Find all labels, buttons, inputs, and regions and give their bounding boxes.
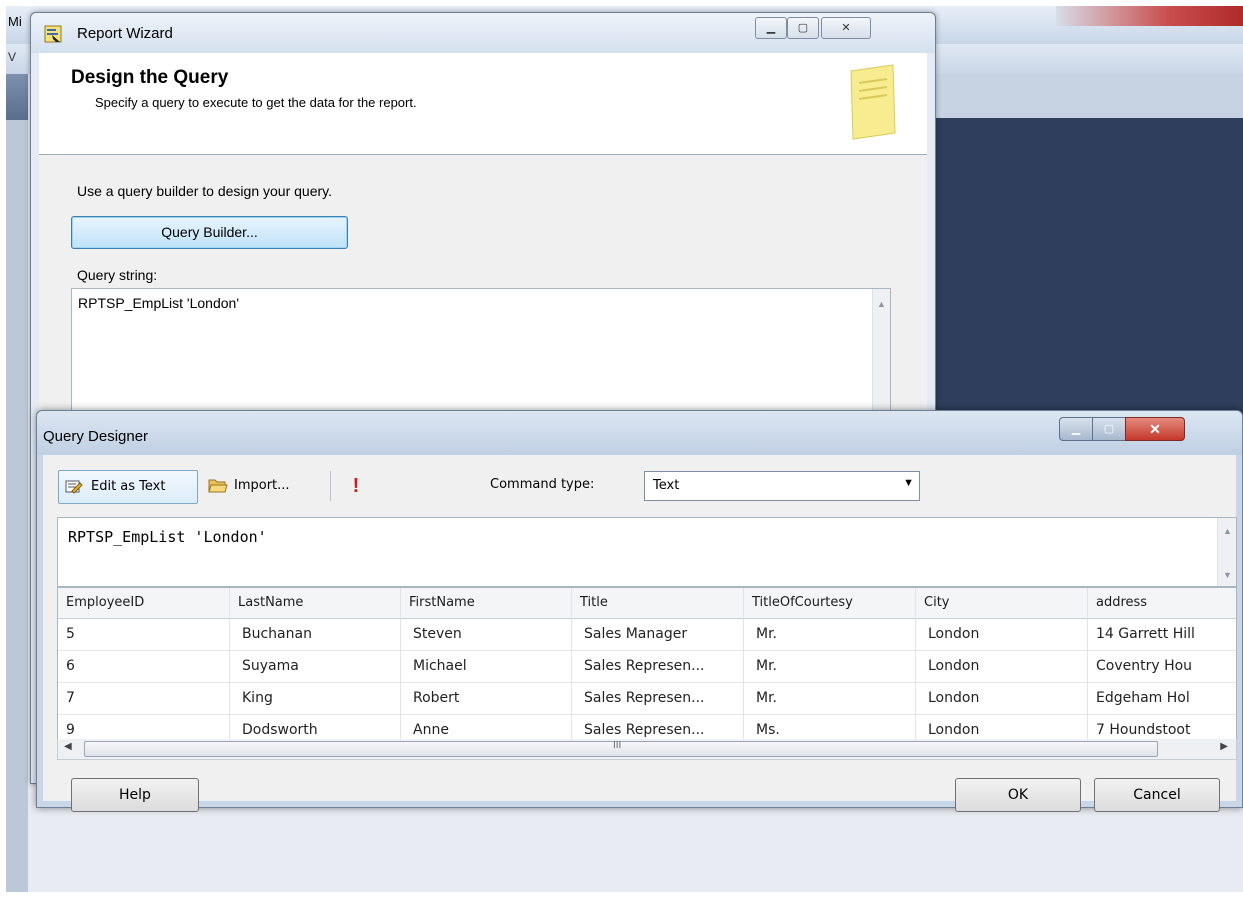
edit-as-text-label: Edit as Text bbox=[91, 479, 166, 494]
table-row[interactable]: 6 Suyama Michael Sales Represen... Mr. L… bbox=[58, 650, 1236, 683]
table-cell: Coventry Hou bbox=[1096, 658, 1193, 674]
grid-header-row: EmployeeID LastName FirstName Title Titl… bbox=[58, 588, 1236, 619]
table-cell: Sales Represen... bbox=[572, 650, 744, 682]
query-designer-toolbar: Edit as Text Import... ! Command type: T… bbox=[43, 455, 1236, 517]
query-builder-button[interactable]: Query Builder... bbox=[71, 216, 348, 249]
table-cell: Mr. bbox=[744, 682, 916, 714]
background-close-area bbox=[1056, 6, 1243, 26]
table-cell: 9 bbox=[58, 714, 230, 740]
column-header[interactable]: TitleOfCourtesy bbox=[744, 588, 916, 618]
table-cell: Suyama bbox=[230, 650, 401, 682]
table-cell: 7 Houndstoot bbox=[1096, 722, 1191, 738]
background-left-panel bbox=[6, 74, 28, 892]
edit-text-icon bbox=[65, 480, 83, 494]
page-title: Design the Query bbox=[71, 67, 229, 88]
wizard-title: Report Wizard bbox=[77, 25, 173, 42]
table-cell: Buchanan bbox=[230, 618, 401, 650]
table-row[interactable]: 5 Buchanan Steven Sales Manager Mr. Lond… bbox=[58, 618, 1236, 651]
wizard-titlebar[interactable]: Report Wizard ▁ ▢ ✕ bbox=[31, 13, 935, 53]
command-type-select[interactable]: Text ▼ bbox=[644, 471, 920, 501]
wizard-header: Design the Query Specify a query to exec… bbox=[39, 53, 927, 155]
qd-close-button[interactable]: ✕ bbox=[1125, 417, 1185, 441]
help-button[interactable]: Help bbox=[71, 778, 199, 812]
note-paper-icon bbox=[850, 64, 896, 140]
folder-open-icon bbox=[208, 479, 228, 493]
table-cell: Anne bbox=[401, 714, 572, 740]
column-header[interactable]: City bbox=[916, 588, 1088, 618]
background-menu-fragment: V bbox=[8, 50, 17, 64]
column-header[interactable]: FirstName bbox=[401, 588, 572, 618]
page-subtitle: Specify a query to execute to get the da… bbox=[95, 95, 417, 110]
query-string-label: Query string: bbox=[77, 267, 158, 283]
column-header[interactable]: Title bbox=[572, 588, 744, 618]
wizard-close-button[interactable]: ✕ bbox=[821, 17, 871, 39]
scroll-down-icon[interactable]: ▼ bbox=[1223, 570, 1232, 580]
command-type-value: Text bbox=[653, 478, 680, 493]
table-cell: Sales Represen... bbox=[572, 682, 744, 714]
results-grid[interactable]: EmployeeID LastName FirstName Title Titl… bbox=[57, 587, 1237, 741]
background-left-panel-header bbox=[6, 74, 28, 120]
table-cell: 6 bbox=[58, 650, 230, 682]
table-cell: Robert bbox=[401, 682, 572, 714]
table-cell: London bbox=[916, 714, 1088, 740]
edit-as-text-button[interactable]: Edit as Text bbox=[58, 470, 198, 504]
qd-maximize-button[interactable]: ▢ bbox=[1092, 417, 1126, 441]
background-title-fragment: Mi bbox=[8, 14, 22, 29]
table-cell: 14 Garrett Hill bbox=[1096, 626, 1195, 642]
column-header[interactable]: EmployeeID bbox=[58, 588, 230, 618]
table-cell: 7 bbox=[58, 682, 230, 714]
sql-editor-scrollbar[interactable]: ▲ ▼ bbox=[1217, 518, 1236, 586]
table-cell: Dodsworth bbox=[230, 714, 401, 740]
qd-minimize-button[interactable]: ▁ bbox=[1059, 417, 1093, 441]
scrollbar-grip: III bbox=[613, 740, 622, 751]
query-designer-titlebar[interactable]: Query Designer ▁ ▢ ✕ bbox=[37, 411, 1242, 455]
table-cell: Mr. bbox=[744, 618, 916, 650]
scroll-left-icon[interactable]: ◀ bbox=[64, 741, 72, 752]
table-row[interactable]: 7 King Robert Sales Represen... Mr. Lond… bbox=[58, 682, 1236, 715]
table-cell: Edgeham Hol bbox=[1096, 690, 1190, 706]
sql-editor[interactable]: RPTSP_EmpList 'London' ▲ ▼ bbox=[57, 517, 1237, 587]
run-query-button[interactable]: ! bbox=[343, 470, 369, 502]
wizard-minimize-button[interactable]: ▁ bbox=[755, 17, 787, 39]
scrollbar-thumb[interactable]: III bbox=[84, 740, 1158, 757]
toolbar-separator bbox=[330, 471, 331, 501]
table-cell: London bbox=[916, 618, 1088, 650]
table-cell: Sales Represen... bbox=[572, 714, 744, 740]
query-designer-dialog: Query Designer ▁ ▢ ✕ Edit as Text Import… bbox=[36, 410, 1243, 812]
column-header[interactable]: LastName bbox=[230, 588, 401, 618]
table-cell: 5 bbox=[58, 618, 230, 650]
command-type-label: Command type: bbox=[490, 477, 595, 492]
cancel-button[interactable]: Cancel bbox=[1094, 778, 1220, 812]
query-string-textarea[interactable]: RPTSP_EmpList 'London' ▲ bbox=[71, 288, 891, 420]
scroll-up-icon[interactable]: ▲ bbox=[877, 299, 886, 309]
table-cell: Michael bbox=[401, 650, 572, 682]
wizard-maximize-button[interactable]: ▢ bbox=[787, 17, 819, 39]
import-button[interactable]: Import... bbox=[200, 470, 320, 502]
query-string-scrollbar[interactable]: ▲ bbox=[872, 289, 890, 419]
import-label: Import... bbox=[234, 478, 290, 493]
query-string-value: RPTSP_EmpList 'London' bbox=[78, 295, 239, 311]
sql-text: RPTSP_EmpList 'London' bbox=[68, 528, 267, 546]
scroll-right-icon[interactable]: ▶ bbox=[1220, 741, 1228, 752]
table-row[interactable]: 9 Dodsworth Anne Sales Represen... Ms. L… bbox=[58, 714, 1236, 740]
horizontal-scrollbar[interactable]: ◀ III ▶ bbox=[57, 739, 1237, 760]
query-designer-title: Query Designer bbox=[43, 428, 149, 445]
ok-button[interactable]: OK bbox=[955, 778, 1081, 812]
table-cell: Steven bbox=[401, 618, 572, 650]
dropdown-arrow-icon[interactable]: ▼ bbox=[903, 477, 914, 489]
query-designer-body: Edit as Text Import... ! Command type: T… bbox=[43, 455, 1237, 812]
table-cell: London bbox=[916, 650, 1088, 682]
scroll-up-icon[interactable]: ▲ bbox=[1223, 526, 1232, 536]
table-cell: Ms. bbox=[744, 714, 916, 740]
table-cell: King bbox=[230, 682, 401, 714]
background-right-panel-header bbox=[916, 74, 1243, 118]
query-builder-hint: Use a query builder to design your query… bbox=[77, 183, 332, 199]
table-cell: Mr. bbox=[744, 650, 916, 682]
report-wizard-icon bbox=[44, 25, 62, 43]
table-cell: Sales Manager bbox=[572, 618, 744, 650]
table-cell: London bbox=[916, 682, 1088, 714]
column-header[interactable]: address bbox=[1088, 588, 1236, 618]
